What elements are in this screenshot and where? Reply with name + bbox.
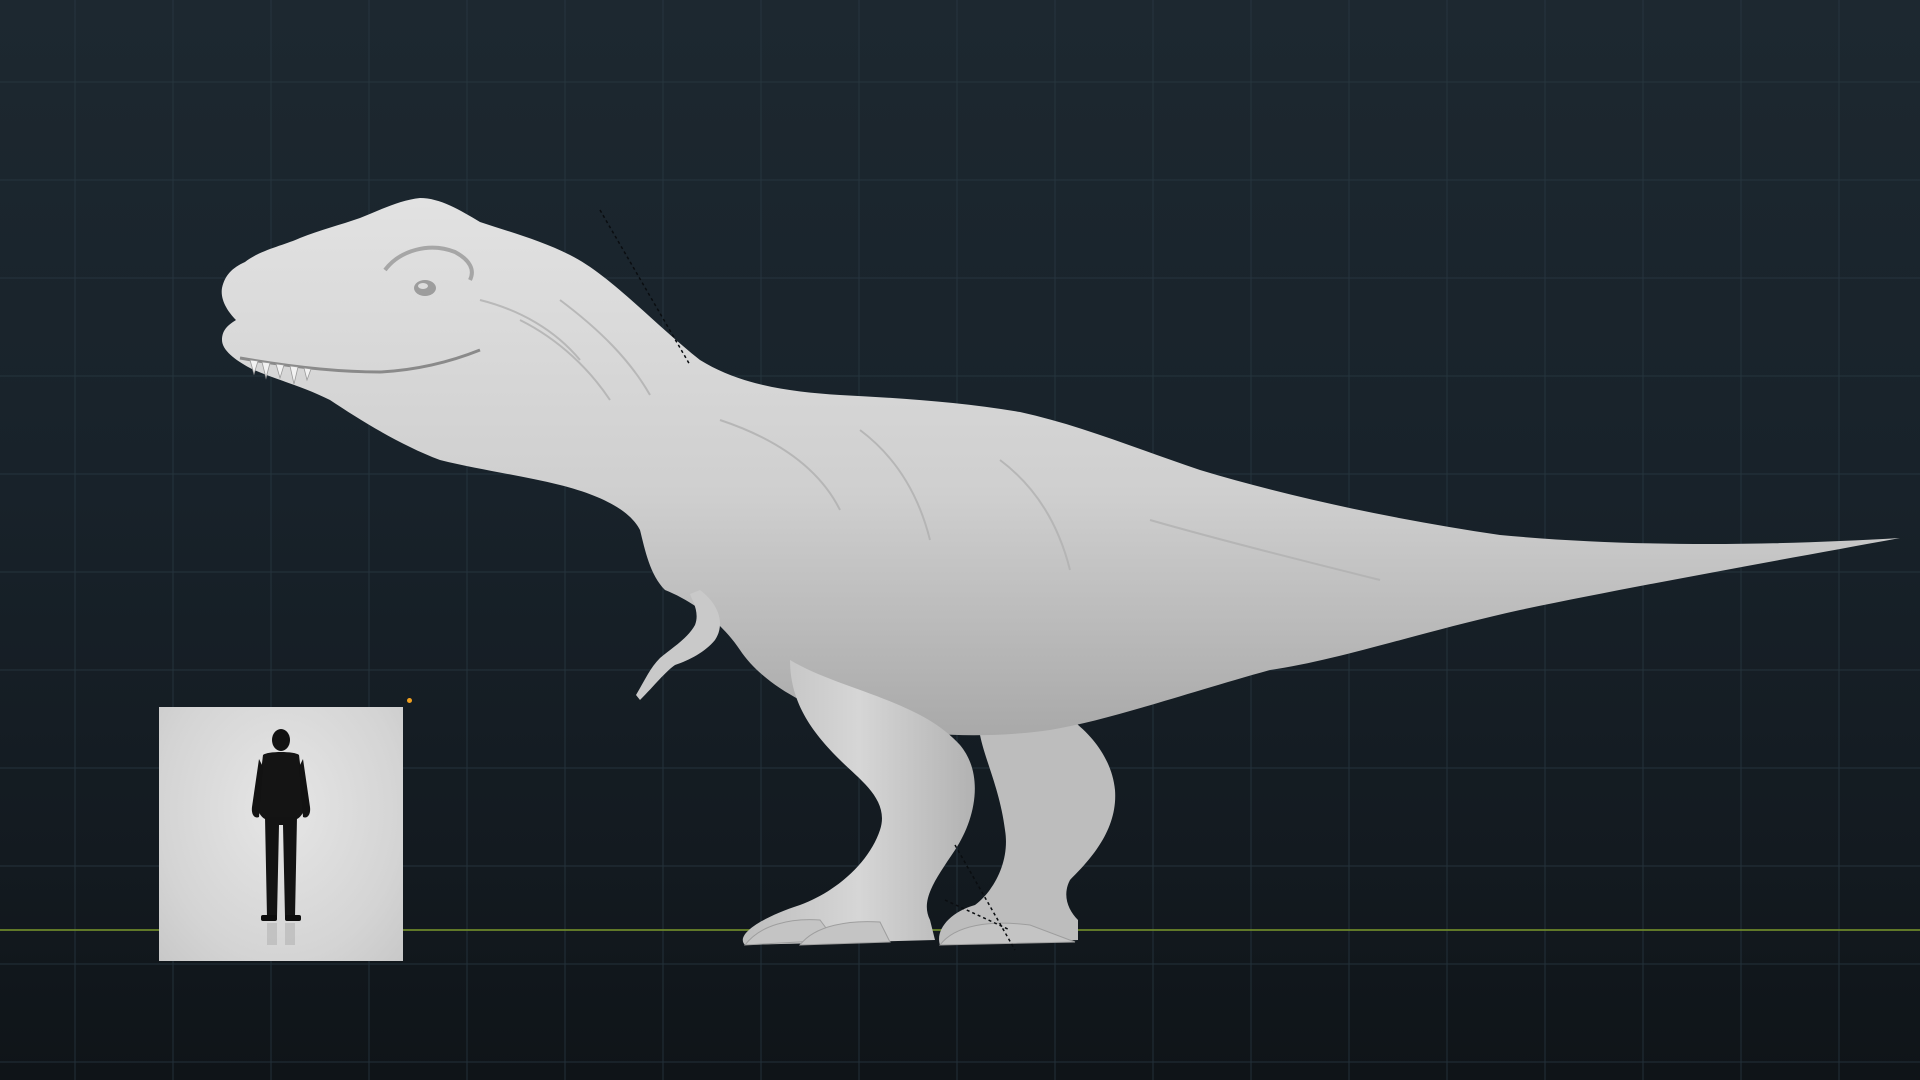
3d-viewport[interactable]	[0, 0, 1920, 1080]
object-origin-marker	[407, 698, 412, 703]
human-scale-reference-image[interactable]	[159, 707, 403, 961]
trex-eye-highlight	[418, 283, 428, 289]
trex-arm	[636, 590, 720, 700]
trex-body	[221, 198, 1900, 736]
human-silhouette-icon	[251, 729, 311, 945]
